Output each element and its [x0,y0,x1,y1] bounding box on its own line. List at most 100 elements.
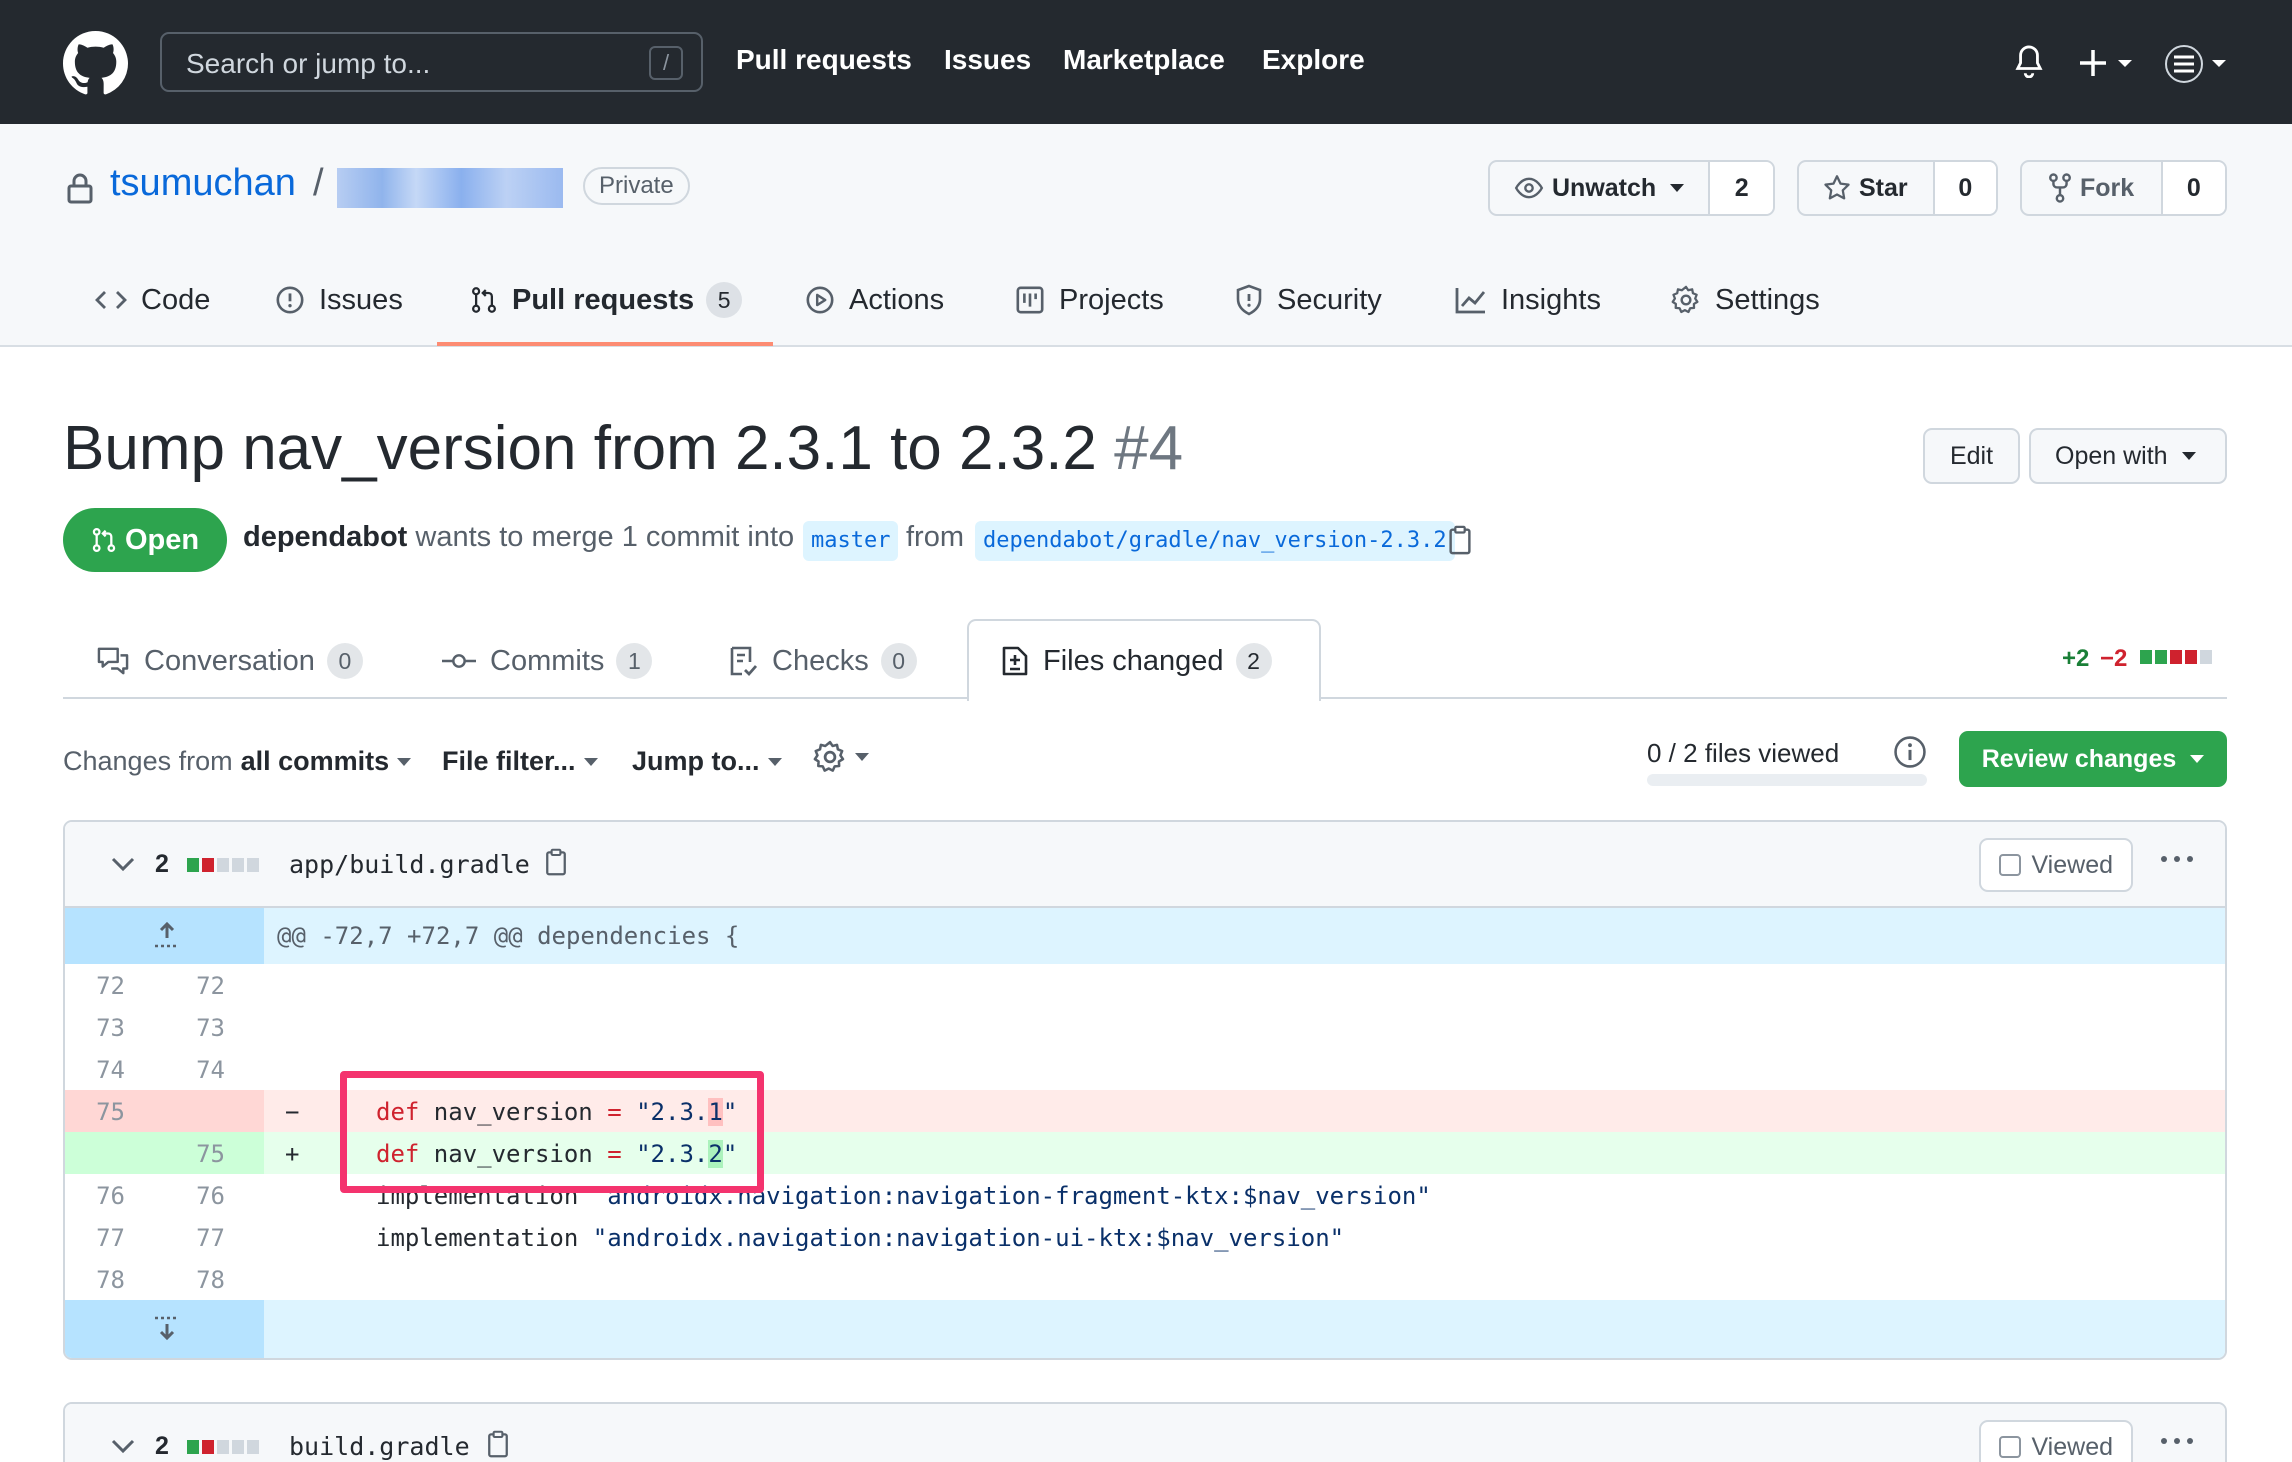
nav-explore[interactable]: Explore [1262,44,1365,76]
watch-count[interactable]: 2 [1708,162,1773,214]
avatar-menu-icon[interactable] [2164,44,2230,84]
viewed-toggle[interactable]: Viewed [1979,1420,2133,1462]
hunk-header-row: @@ -72,7 +72,7 @@ dependencies { [65,908,2225,964]
additions-count: +2 [2062,645,2090,672]
info-icon[interactable] [1893,735,1927,769]
code-call: implementation [376,1224,593,1252]
files-viewed-progress [1647,774,1927,786]
file-header: 2 build.gradle Viewed [65,1404,2225,1462]
fork-button[interactable]: Fork [2022,162,2161,214]
old-line-number[interactable]: 74 [65,1056,125,1084]
viewed-checkbox[interactable] [1999,1436,2022,1458]
new-line-number[interactable]: 72 [165,972,225,1000]
expand-down-icon[interactable] [65,1300,264,1358]
new-line-number[interactable]: 78 [165,1266,225,1294]
context-code: implementation "androidx.navigation:navi… [376,1224,1344,1252]
new-line-number[interactable]: 73 [165,1014,225,1042]
edit-button[interactable]: Edit [1923,428,2020,484]
fork-button-group: Fork 0 [2020,160,2227,216]
file-name[interactable]: app/build.gradle [289,850,530,879]
pr-tab-files-changed[interactable]: Files changed 2 [1001,643,1272,679]
open-with-label: Open with [2055,441,2168,470]
old-line-number[interactable]: 75 [65,1098,125,1126]
pr-tab-conversation[interactable]: Conversation 0 [96,643,363,679]
global-header: Search or jump to... / Pull requests Iss… [0,0,2292,124]
file-name[interactable]: build.gradle [289,1432,470,1461]
search-shortcut-key: / [649,46,683,80]
kebab-horizontal-icon[interactable] [2159,1436,2195,1446]
nav-pull-requests[interactable]: Pull requests [736,44,912,76]
search-input[interactable]: Search or jump to... / [160,32,703,92]
nav-marketplace[interactable]: Marketplace [1063,44,1225,76]
old-line-number[interactable]: 76 [65,1182,125,1210]
fork-label: Fork [2080,173,2135,202]
pr-merge-summary: dependabot wants to merge 1 commit into [243,521,794,554]
tab-issues[interactable]: Issues [275,280,403,320]
repo-owner-link[interactable]: tsumuchan [110,162,296,205]
base-branch[interactable]: master [803,521,899,561]
viewed-checkbox[interactable] [1999,854,2022,876]
fork-count[interactable]: 0 [2160,162,2225,214]
tab-issues-label: Issues [319,283,403,316]
copy-icon[interactable] [545,848,567,876]
new-line-number[interactable]: 75 [165,1140,225,1168]
review-changes-button[interactable]: Review changes [1959,731,2227,787]
string-literal: "androidx.navigation:navigation-ui-ktx:$… [592,1224,1345,1252]
pr-tab-commits[interactable]: Commits 1 [442,643,653,679]
fork-icon [2049,173,2071,203]
tab-security[interactable]: Security [1235,280,1382,320]
chevron-down-icon[interactable] [111,856,135,872]
pr-tab-checks[interactable]: Checks 0 [728,643,917,679]
expand-down-row [65,1300,2225,1358]
open-with-button[interactable]: Open with [2029,428,2227,484]
kebab-horizontal-icon[interactable] [2159,854,2195,864]
unwatch-button[interactable]: Unwatch [1490,162,1708,214]
tab-actions[interactable]: Actions [805,280,944,320]
old-line-number[interactable]: 72 [65,972,125,1000]
new-line-number[interactable]: 77 [165,1224,225,1252]
changes-from-dropdown[interactable]: Changes from all commits [63,746,412,777]
old-line-number[interactable]: 73 [65,1014,125,1042]
viewed-toggle[interactable]: Viewed [1979,838,2133,892]
tab-projects[interactable]: Projects [1015,280,1164,320]
file-diffstat-blocks [187,1440,259,1454]
issue-icon [276,286,304,314]
shield-icon [1236,284,1262,316]
pr-author-link[interactable]: dependabot [243,521,407,553]
nav-issues[interactable]: Issues [944,44,1031,76]
chevron-down-icon[interactable] [111,1438,135,1454]
github-logo-icon[interactable] [63,31,128,96]
active-tab-indicator [437,342,773,346]
file-filter-dropdown[interactable]: File filter... [442,746,598,777]
new-line-number[interactable]: 76 [165,1182,225,1210]
old-line-number[interactable]: 78 [65,1266,125,1294]
star-count[interactable]: 0 [1932,162,1996,214]
conversation-counter: 0 [326,643,363,679]
tab-pull-requests[interactable]: Pull requests 5 [470,280,743,320]
pr-state-label: Open [125,523,200,556]
hunk-header-text: @@ -72,7 +72,7 @@ dependencies { [277,922,740,950]
star-button[interactable]: Star [1799,162,1933,214]
pull-request-icon [472,287,496,313]
repo-name-redacted[interactable] [337,168,563,208]
jump-to-dropdown[interactable]: Jump to... [632,746,782,777]
diff-line-context: 78 78 [65,1258,2225,1300]
head-branch[interactable]: dependabot/gradle/nav_version-2.3.2 [975,521,1455,561]
new-line-number[interactable]: 74 [165,1056,225,1084]
commit-icon [442,654,476,668]
search-placeholder: Search or jump to... [186,48,431,79]
file-diff-icon [1002,646,1028,676]
plus-icon[interactable] [2080,48,2136,78]
old-line-number[interactable]: 77 [65,1224,125,1252]
copy-icon[interactable] [1448,525,1472,555]
review-changes-label: Review changes [1981,744,2177,773]
tab-code[interactable]: Code [95,280,210,320]
diff-settings-dropdown[interactable] [813,740,869,774]
checks-counter: 0 [880,643,917,679]
bell-icon[interactable] [2014,44,2044,78]
tab-settings[interactable]: Settings [1671,280,1820,320]
expand-up-icon[interactable] [65,908,264,964]
pr-state-badge: Open [63,508,227,572]
tab-insights[interactable]: Insights [1455,280,1601,320]
copy-icon[interactable] [487,1430,509,1458]
